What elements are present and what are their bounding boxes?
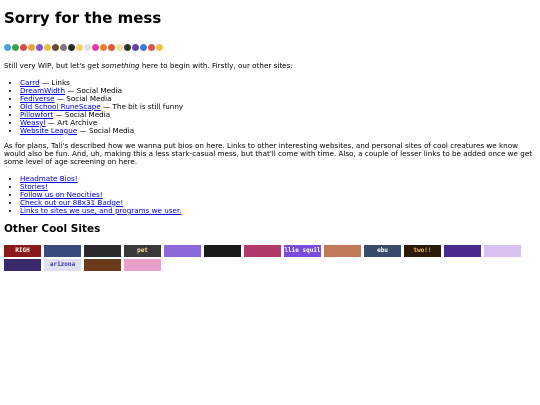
- emoji-icon: [52, 44, 59, 51]
- site-badge[interactable]: [324, 244, 361, 257]
- page-title: Sorry for the mess: [4, 9, 162, 27]
- site-badge[interactable]: millie squilly: [284, 244, 321, 257]
- emoji-icon: [4, 44, 11, 51]
- emoji-icon: [124, 44, 131, 51]
- link-website-league[interactable]: Website League: [20, 126, 77, 135]
- other-sites-list: Carrd — Links DreamWidth — Social Media …: [4, 78, 536, 135]
- emoji-icon: [76, 44, 83, 51]
- emoji-icon: [36, 44, 43, 51]
- link-sites-we-use[interactable]: Links to sites we use, and programs we u…: [20, 206, 182, 215]
- site-badge[interactable]: ebu: [364, 244, 401, 257]
- emoji-icon: [68, 44, 75, 51]
- page-content: Sorry for the mess Still very WIP, but l…: [0, 0, 540, 271]
- emoji-icon: [12, 44, 19, 51]
- emoji-icon: [44, 44, 51, 51]
- emoji-icon: [156, 44, 163, 51]
- site-badge[interactable]: [204, 244, 241, 257]
- list-item: Website League — Social Media: [20, 125, 536, 135]
- emoji-icon: [100, 44, 107, 51]
- intro-prefix: Still very WIP, but let's get: [4, 61, 102, 70]
- emoji-icon: [28, 44, 35, 51]
- site-badge[interactable]: two!!: [404, 244, 441, 257]
- site-badge[interactable]: [484, 244, 521, 257]
- site-badge[interactable]: [244, 244, 281, 257]
- emoji-icon: [108, 44, 115, 51]
- link-desc: — The bit is still funny: [100, 101, 184, 111]
- site-badge[interactable]: [124, 258, 161, 271]
- site-badge[interactable]: pet: [124, 244, 161, 257]
- list-item: Links to sites we use, and programs we u…: [20, 206, 536, 215]
- emoji-icon: [148, 44, 155, 51]
- link-desc: — Social Media: [77, 125, 135, 135]
- emoji-icon: [132, 44, 139, 51]
- list-item: Pillowfort — Social Media: [20, 110, 536, 119]
- emoji-icon: [60, 44, 67, 51]
- intro-emphasis: something: [101, 61, 140, 70]
- site-badge[interactable]: [4, 258, 41, 271]
- more-links-list: Headmate Bios! Stories! Follow us on Neo…: [4, 174, 536, 215]
- emoji-icon: [140, 44, 147, 51]
- site-badge[interactable]: [84, 244, 121, 257]
- plans-paragraph: As for plans, Tali's described how we wa…: [4, 140, 533, 167]
- site-badge[interactable]: [84, 258, 121, 271]
- intro-text: Still very WIP, but let's get something …: [4, 61, 536, 71]
- intro-suffix: here to begin with. Firstly, our other s…: [139, 61, 293, 70]
- site-badge[interactable]: [444, 244, 481, 257]
- site-badge[interactable]: [164, 244, 201, 257]
- emoji-icon: [92, 44, 99, 51]
- cool-sites-heading: Other Cool Sites: [4, 222, 101, 235]
- emoji-icon: [84, 44, 91, 51]
- site-badge[interactable]: [44, 244, 81, 257]
- badge-grid: RIGH pet millie squilly ebutwo!! arizona: [4, 244, 524, 271]
- site-badge[interactable]: arizona: [44, 258, 81, 271]
- site-badge[interactable]: RIGH: [4, 244, 41, 257]
- emoji-strip: [4, 43, 536, 52]
- list-item: Headmate Bios!: [20, 174, 536, 183]
- emoji-icon: [116, 44, 123, 51]
- emoji-icon: [20, 44, 27, 51]
